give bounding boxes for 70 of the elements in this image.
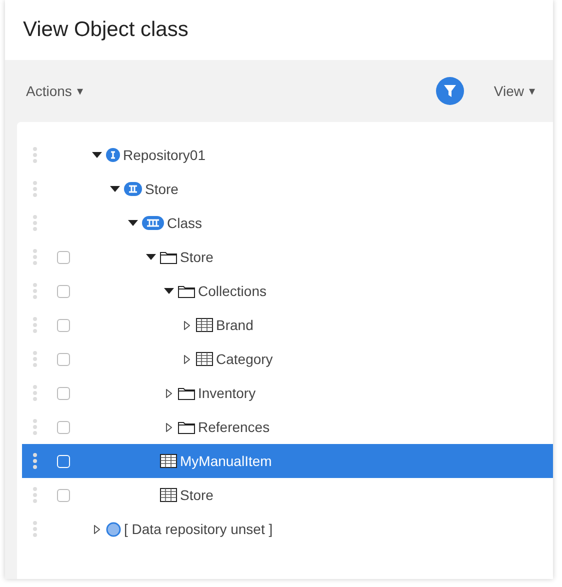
table-icon [196,352,213,366]
checkbox[interactable] [57,284,70,298]
tree-row[interactable]: Inventory [22,376,553,410]
collapsed-caret-icon[interactable] [166,388,172,398]
tree-row[interactable]: Repository01 [22,138,553,172]
table-icon [196,318,213,332]
drag-handle-icon[interactable] [33,521,37,537]
tree-row[interactable]: Store [22,478,553,512]
tree-row[interactable]: Category [22,342,553,376]
collapsed-caret-icon[interactable] [184,354,190,364]
collapsed-caret-icon[interactable] [94,524,100,534]
tree-row[interactable]: Class [22,206,553,240]
drag-handle-icon[interactable] [33,453,37,469]
checkbox[interactable] [57,420,70,434]
folder-icon [178,420,195,434]
node-label: Class [167,215,202,231]
roman-two-badge-icon [124,182,142,196]
folder-icon [160,250,177,264]
tree-row[interactable]: Brand [22,308,553,342]
node-label: Store [145,181,178,197]
node-label: References [198,419,270,435]
expanded-caret-icon[interactable] [164,288,174,294]
tree-row[interactable]: Store [22,172,553,206]
expanded-caret-icon[interactable] [92,152,102,158]
tree-row[interactable]: Collections [22,274,553,308]
node-label: Store [180,249,214,265]
table-icon [160,454,177,468]
checkbox[interactable] [57,386,70,400]
drag-handle-icon[interactable] [33,351,37,367]
checkbox[interactable] [57,488,70,502]
drag-handle-icon[interactable] [33,419,37,435]
node-label: [ Data repository unset ] [124,521,273,537]
expanded-caret-icon[interactable] [110,186,120,192]
node-label: Category [216,351,273,367]
drag-handle-icon[interactable] [33,317,37,333]
collapsed-caret-icon[interactable] [166,422,172,432]
circle-icon [106,522,121,536]
actions-menu[interactable]: Actions ▾ [26,83,83,99]
checkbox[interactable] [57,318,70,332]
page-title: View Object class [23,18,188,42]
node-label: Repository01 [123,147,206,163]
roman-one-badge-icon [106,148,120,162]
drag-handle-icon[interactable] [33,249,37,265]
table-icon [160,488,177,502]
filter-icon [442,84,457,98]
roman-three-badge-icon [142,216,164,230]
node-label: MyManualItem [180,453,272,469]
drag-handle-icon[interactable] [33,147,37,163]
tree-row[interactable]: MyManualItem [22,444,553,478]
drag-handle-icon[interactable] [33,385,37,401]
node-label: Store [180,487,214,503]
expanded-caret-icon[interactable] [146,254,156,260]
checkbox[interactable] [57,352,70,366]
tree-row[interactable]: [ Data repository unset ] [22,512,553,546]
node-label: Collections [198,283,266,299]
checkbox[interactable] [57,250,70,264]
drag-handle-icon[interactable] [33,283,37,299]
node-label: Inventory [198,385,256,401]
node-label: Brand [216,317,254,333]
tree-row[interactable]: Store [22,240,553,274]
expanded-caret-icon[interactable] [128,220,138,226]
drag-handle-icon[interactable] [33,487,37,503]
filter-button[interactable] [436,77,464,105]
tree-row[interactable]: References [22,410,553,444]
folder-icon [178,284,195,298]
view-menu[interactable]: View ▾ [494,83,535,99]
folder-icon [178,386,195,400]
drag-handle-icon[interactable] [33,181,37,197]
collapsed-caret-icon[interactable] [184,320,190,330]
drag-handle-icon[interactable] [33,215,37,231]
